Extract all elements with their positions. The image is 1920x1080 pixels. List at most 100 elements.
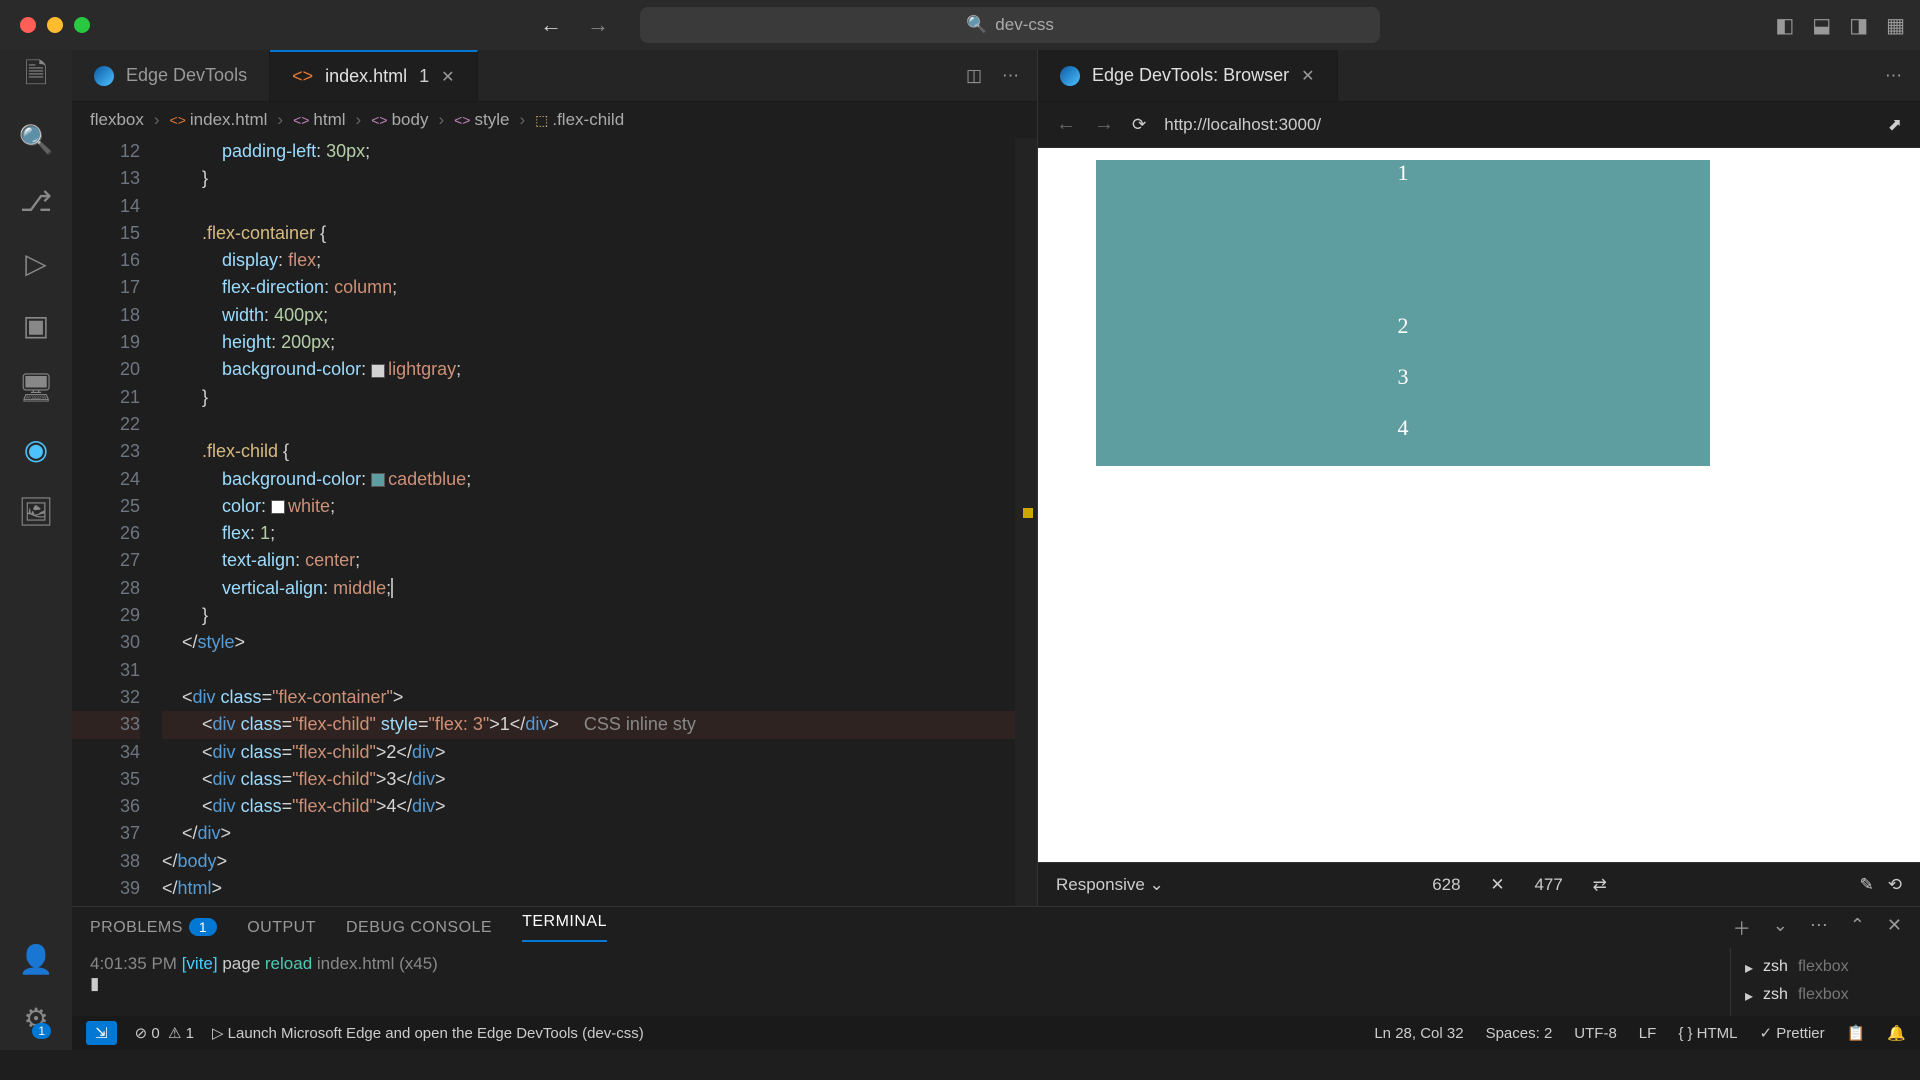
maximize-panel-icon[interactable]: ⌃ xyxy=(1850,915,1865,941)
terminal-output[interactable]: 4:01:35 PM [vite] page reload index.html… xyxy=(72,948,1730,1016)
panel-left-icon[interactable]: ◧ xyxy=(1775,13,1794,38)
forward-icon[interactable]: → xyxy=(1094,113,1114,136)
terminal-list-item[interactable]: ▸zshflexbox xyxy=(1737,954,1914,982)
panel-tab-debug[interactable]: DEBUG CONSOLE xyxy=(346,919,492,937)
crumb[interactable]: html xyxy=(313,110,345,130)
close-panel-icon[interactable]: ✕ xyxy=(1887,915,1902,941)
panel-tabs: PROBLEMS1 OUTPUT DEBUG CONSOLE TERMINAL … xyxy=(72,907,1920,948)
status-encoding[interactable]: UTF-8 xyxy=(1574,1025,1617,1042)
viewport-height-input[interactable] xyxy=(1519,875,1579,895)
url-text[interactable]: http://localhost:3000/ xyxy=(1164,115,1870,135)
html-icon: <> xyxy=(170,112,186,128)
settings-badge: 1 xyxy=(32,1023,51,1039)
viewport-width-input[interactable] xyxy=(1416,875,1476,895)
minimize-window[interactable] xyxy=(47,17,63,33)
run-debug-icon[interactable]: ▷ xyxy=(19,246,53,280)
tab-index-html[interactable]: <> index.html 1 ✕ xyxy=(270,50,478,101)
browser-urlbar: ← → ⟳ http://localhost:3000/ ⬈ xyxy=(1038,102,1920,148)
terminal-cursor: ▮ xyxy=(90,974,1712,994)
device-toolbar: Responsive ⌄ ✕ ⇄ ✎ ⟲ xyxy=(1038,862,1920,906)
extensions-icon[interactable]: ▣ xyxy=(19,308,53,342)
image-icon[interactable]: 🖼 xyxy=(19,494,53,528)
search-icon[interactable]: 🔍 xyxy=(19,122,53,156)
terminal-list-item[interactable]: ▸zshflexbox xyxy=(1737,982,1914,1010)
back-icon[interactable]: ← xyxy=(1056,113,1076,136)
rendered-flex-child: 2 xyxy=(1096,313,1710,364)
status-bell-icon[interactable]: 🔔 xyxy=(1887,1024,1906,1042)
selector-icon: ⬚ xyxy=(535,112,548,129)
explorer-icon[interactable]: 🗎 xyxy=(19,60,53,94)
rendered-flex-child: 4 xyxy=(1096,415,1710,466)
command-center[interactable]: 🔍 dev-css xyxy=(640,7,1380,43)
maximize-window[interactable] xyxy=(74,17,90,33)
element-icon: <> xyxy=(293,112,309,128)
element-icon: <> xyxy=(454,112,470,128)
nav-arrows: ← → xyxy=(540,12,609,38)
terminal-list: ▸zshflexbox ▸zshflexbox xyxy=(1730,948,1920,1016)
editor-tab-actions: ◫ ⋯ xyxy=(966,50,1037,101)
panel-tab-output[interactable]: OUTPUT xyxy=(247,919,316,937)
breadcrumbs[interactable]: flexbox› <> index.html› <> html› <> body… xyxy=(72,102,1037,138)
rendered-flex-child: 3 xyxy=(1096,364,1710,415)
edge-devtools-icon[interactable]: ◉ xyxy=(19,432,53,466)
editor-column: Edge DevTools <> index.html 1 ✕ ◫ ⋯ flex… xyxy=(72,50,1038,906)
split-editor-icon[interactable]: ◫ xyxy=(966,66,982,86)
settings-icon[interactable]: ⚙1 xyxy=(19,1001,53,1035)
more-icon[interactable]: ⋯ xyxy=(1885,66,1902,86)
close-window[interactable] xyxy=(20,17,36,33)
search-icon: 🔍 xyxy=(966,15,987,35)
tab-dirty-count: 1 xyxy=(419,66,429,87)
device-selector[interactable]: Responsive ⌄ xyxy=(1056,875,1164,895)
rendered-flex-container: 1 2 3 4 xyxy=(1096,160,1710,466)
status-feedback-icon[interactable]: 📋 xyxy=(1847,1024,1866,1042)
close-icon[interactable]: ✕ xyxy=(1301,66,1314,86)
tab-label: index.html xyxy=(325,66,407,87)
browser-viewport[interactable]: 1 2 3 4 xyxy=(1038,148,1920,862)
rotate-icon[interactable]: ⇄ xyxy=(1593,875,1607,895)
more-icon[interactable]: ⋯ xyxy=(1002,66,1019,86)
status-eol[interactable]: LF xyxy=(1639,1025,1657,1042)
panel-tab-problems[interactable]: PROBLEMS1 xyxy=(90,919,217,937)
split-terminal-icon[interactable]: ⌄ xyxy=(1773,915,1788,941)
remote-indicator[interactable]: ⇲ xyxy=(86,1021,117,1045)
more-icon[interactable]: ⋯ xyxy=(1810,915,1828,941)
status-language[interactable]: { } HTML xyxy=(1678,1025,1737,1042)
tab-edge-devtools[interactable]: Edge DevTools xyxy=(72,50,270,101)
status-spaces[interactable]: Spaces: 2 xyxy=(1486,1025,1553,1042)
panel-tab-terminal[interactable]: TERMINAL xyxy=(522,913,607,942)
status-cursor-pos[interactable]: Ln 28, Col 32 xyxy=(1374,1025,1463,1042)
new-terminal-icon[interactable]: ＋ xyxy=(1733,915,1751,941)
remote-explorer-icon[interactable]: 🖥 xyxy=(19,370,53,404)
terminal[interactable]: 4:01:35 PM [vite] page reload index.html… xyxy=(72,948,1920,1016)
crumb[interactable]: .flex-child xyxy=(552,110,624,130)
status-errors[interactable]: ⊘ 0 ⚠ 1 xyxy=(135,1024,194,1042)
crumb[interactable]: body xyxy=(392,110,429,130)
status-prettier[interactable]: ✓ Prettier xyxy=(1760,1024,1825,1042)
panel-actions: ＋ ⌄ ⋯ ⌃ ✕ xyxy=(1733,915,1902,941)
account-icon[interactable]: 👤 xyxy=(19,942,53,976)
crumb[interactable]: flexbox xyxy=(90,110,144,130)
panel-bottom-icon[interactable]: ⬓ xyxy=(1812,13,1831,38)
code-editor[interactable]: 1213141516171819202122232425262728293031… xyxy=(72,138,1037,906)
bottom-panel: PROBLEMS1 OUTPUT DEBUG CONSOLE TERMINAL … xyxy=(72,906,1920,1016)
crumb[interactable]: style xyxy=(474,110,509,130)
html-icon: <> xyxy=(292,66,313,87)
refresh-icon[interactable]: ⟲ xyxy=(1888,875,1902,895)
tab-browser[interactable]: Edge DevTools: Browser ✕ xyxy=(1038,50,1338,101)
close-icon[interactable]: ✕ xyxy=(441,67,454,87)
problems-count: 1 xyxy=(189,918,217,936)
forward-icon[interactable]: → xyxy=(587,12,609,38)
edit-icon[interactable]: ✎ xyxy=(1860,875,1874,895)
minimap[interactable] xyxy=(1015,138,1037,906)
panel-right-icon[interactable]: ◨ xyxy=(1849,13,1868,38)
code-content[interactable]: padding-left: 30px; } .flex-container { … xyxy=(162,138,1037,906)
crumb[interactable]: index.html xyxy=(190,110,267,130)
preview-column: Edge DevTools: Browser ✕ ⋯ ← → ⟳ http://… xyxy=(1038,50,1920,906)
edge-icon xyxy=(1060,66,1080,86)
source-control-icon[interactable]: ⎇ xyxy=(19,184,53,218)
reload-icon[interactable]: ⟳ xyxy=(1132,115,1146,135)
inspect-icon[interactable]: ⬈ xyxy=(1888,115,1902,135)
layout-grid-icon[interactable]: ▦ xyxy=(1886,13,1905,38)
back-icon[interactable]: ← xyxy=(540,12,562,38)
status-launch[interactable]: ▷ Launch Microsoft Edge and open the Edg… xyxy=(212,1024,644,1042)
